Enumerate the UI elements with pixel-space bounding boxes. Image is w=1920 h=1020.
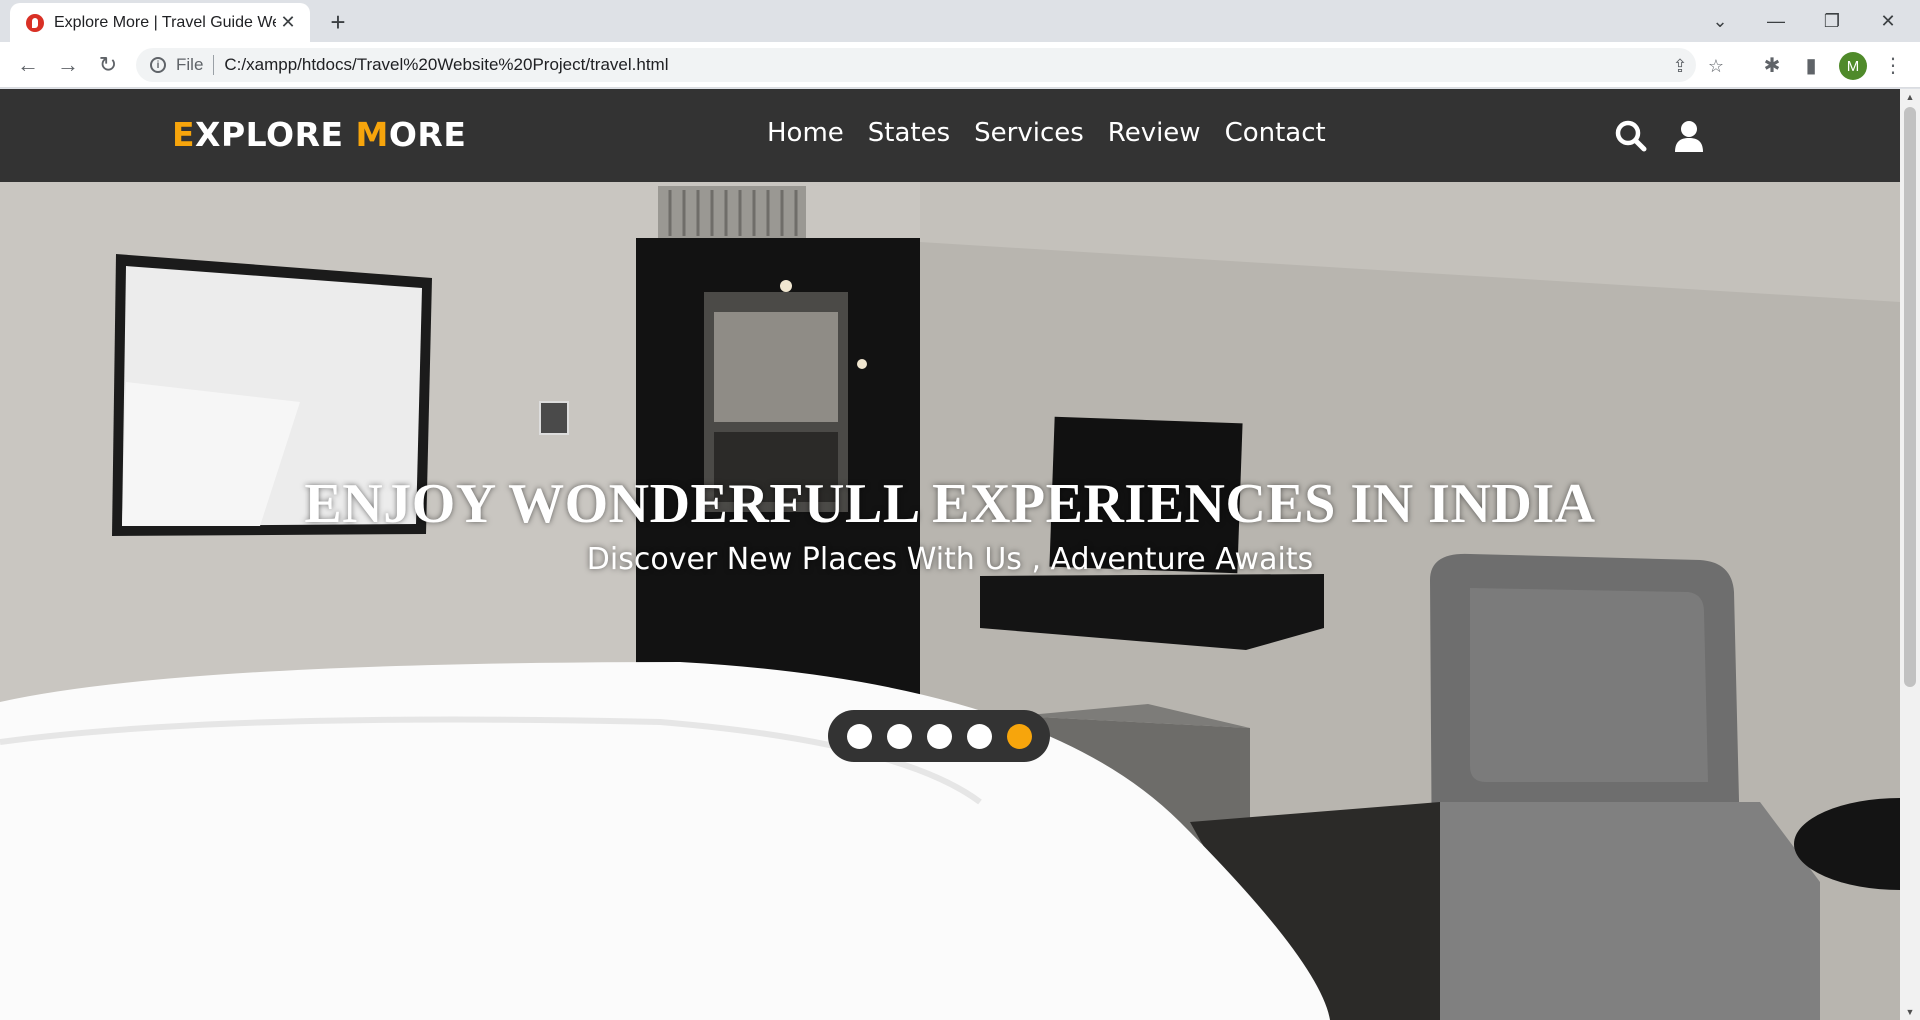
web-page: EXPLORE MORE Home States Services Review… — [0, 89, 1900, 1020]
tab-search-icon[interactable]: ⌄ — [1692, 0, 1748, 42]
nav-link-services[interactable]: Services — [974, 118, 1084, 148]
url-text[interactable]: C:/xampp/htdocs/Travel%20Website%20Proje… — [224, 55, 668, 75]
share-icon[interactable]: ⇪ — [1670, 56, 1690, 76]
site-header: EXPLORE MORE Home States Services Review… — [0, 89, 1900, 182]
close-tab-icon[interactable]: ✕ — [276, 11, 300, 35]
back-icon[interactable]: ← — [12, 49, 44, 81]
page-scrollbar[interactable]: ▲ ▼ — [1900, 89, 1920, 1020]
search-icon[interactable] — [1614, 119, 1648, 153]
extensions-icon[interactable]: ✱ — [1759, 52, 1785, 78]
user-icon[interactable] — [1672, 119, 1706, 153]
tab-title: Explore More | Travel Guide Website — [54, 13, 276, 31]
hotel-room-photo — [0, 182, 1900, 1020]
side-panel-icon[interactable]: ▮ — [1798, 52, 1824, 78]
scrollbar-thumb[interactable] — [1904, 107, 1916, 687]
tab-strip: Explore More | Travel Guide Website ✕ + … — [0, 0, 1920, 42]
address-bar[interactable]: i File C:/xampp/htdocs/Travel%20Website%… — [136, 48, 1724, 82]
reload-icon[interactable]: ↻ — [92, 49, 124, 81]
star-icon[interactable]: ☆ — [1706, 56, 1726, 76]
forward-icon[interactable]: → — [52, 49, 84, 81]
main-nav: Home States Services Review Contact — [767, 118, 1326, 148]
omnibox-divider — [213, 55, 215, 75]
scroll-down-icon[interactable]: ▼ — [1904, 1006, 1916, 1018]
nav-link-home[interactable]: Home — [767, 118, 844, 148]
slider-dot[interactable] — [926, 723, 952, 749]
hero-slider: ENJOY WONDERFULL EXPERIENCES IN INDIA Di… — [0, 182, 1900, 1020]
hero-subtitle: Discover New Places With Us , Adventure … — [586, 542, 1314, 577]
nav-link-review[interactable]: Review — [1108, 118, 1201, 148]
browser-toolbar: ← → ↻ i File C:/xampp/htdocs/Travel%20We… — [0, 42, 1920, 88]
slider-dot[interactable] — [886, 723, 912, 749]
scroll-up-icon[interactable]: ▲ — [1904, 91, 1916, 103]
site-logo[interactable]: EXPLORE MORE — [172, 115, 466, 154]
scheme-label: File — [176, 55, 204, 74]
profile-avatar[interactable]: M — [1839, 52, 1867, 80]
menu-icon[interactable]: ⋮ — [1880, 52, 1906, 78]
window-close-icon[interactable]: ✕ — [1860, 0, 1916, 42]
info-icon[interactable]: i — [150, 57, 166, 73]
slider-pagination — [828, 710, 1050, 762]
hero-title: ENJOY WONDERFULL EXPERIENCES IN INDIA — [304, 473, 1596, 535]
nav-link-contact[interactable]: Contact — [1225, 118, 1326, 148]
favicon-icon — [26, 13, 44, 32]
minimize-icon[interactable]: — — [1748, 0, 1804, 42]
slider-dot[interactable] — [846, 723, 872, 749]
nav-link-states[interactable]: States — [868, 118, 950, 148]
slider-dot[interactable] — [966, 723, 992, 749]
browser-tab[interactable]: Explore More | Travel Guide Website ✕ — [10, 3, 310, 42]
slider-dot[interactable] — [1006, 723, 1032, 749]
restore-icon[interactable]: ❐ — [1804, 0, 1860, 42]
new-tab-button[interactable]: + — [324, 7, 352, 37]
